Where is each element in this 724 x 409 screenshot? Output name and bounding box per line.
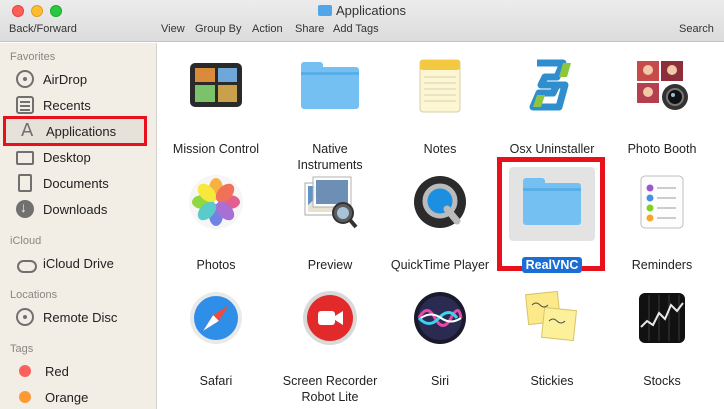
app-mission-control[interactable]: Mission Control — [158, 57, 274, 167]
disc-icon — [16, 308, 34, 326]
sidebar-item-label: Orange — [45, 389, 89, 405]
app-label: Siri — [430, 374, 450, 388]
app-label: Photos — [196, 258, 236, 272]
app-photos[interactable]: Photos — [158, 173, 274, 283]
window-title: Applications — [0, 3, 724, 18]
sidebar-header-tags: Tags — [10, 343, 34, 355]
sidebar-item-downloads[interactable]: Downloads — [16, 198, 152, 220]
sidebar: Favorites AirDrop Recents Applications D… — [0, 43, 157, 409]
sidebar-item-label: Downloads — [43, 201, 108, 217]
applications-icon — [19, 120, 37, 141]
app-safari[interactable]: Safari — [158, 289, 274, 399]
sidebar-item-label: Desktop — [43, 149, 91, 165]
quicktime-icon — [414, 176, 466, 228]
app-reminders[interactable]: Reminders — [604, 173, 720, 283]
app-label: QuickTime Player — [390, 258, 490, 272]
sidebar-item-label: Red — [45, 363, 69, 379]
app-label: Stocks — [643, 374, 681, 388]
osx-uninstaller-icon — [529, 59, 571, 111]
documents-icon — [18, 174, 32, 192]
tag-red-icon — [19, 365, 31, 377]
app-osx-uninstaller[interactable]: Osx Uninstaller — [494, 57, 610, 167]
sidebar-item-desktop[interactable]: Desktop — [16, 146, 152, 168]
notes-icon — [419, 59, 461, 113]
app-realvnc[interactable]: RealVNC — [494, 167, 610, 283]
sidebar-item-icloud-drive[interactable]: iCloud Drive — [16, 252, 152, 274]
stickies-icon — [524, 290, 578, 342]
cloud-icon — [16, 254, 37, 273]
app-native-instruments[interactable]: Native Instruments — [272, 57, 388, 172]
sidebar-item-tag-red[interactable]: Red — [16, 360, 152, 382]
downloads-icon — [16, 199, 34, 218]
airdrop-icon — [16, 70, 34, 88]
app-siri[interactable]: Siri — [382, 289, 498, 399]
app-stickies[interactable]: Stickies — [494, 289, 610, 399]
window-toolbar: Applications Back/Forward View Group By … — [0, 0, 724, 42]
app-label: Photo Booth — [627, 142, 697, 156]
sidebar-item-label: Documents — [43, 175, 109, 191]
sidebar-item-documents[interactable]: Documents — [16, 172, 152, 194]
sidebar-item-label: Recents — [43, 97, 91, 113]
sidebar-header-favorites: Favorites — [10, 51, 56, 63]
screen-recorder-icon — [303, 291, 357, 345]
app-label: Reminders — [631, 258, 693, 272]
app-label: Stickies — [530, 374, 574, 388]
folder-icon — [523, 173, 581, 231]
add-tags-button[interactable]: Add Tags — [333, 23, 379, 35]
app-label: Preview — [307, 258, 353, 272]
app-stocks[interactable]: Stocks — [604, 289, 720, 399]
sidebar-item-label: iCloud Drive — [43, 255, 114, 271]
photos-icon — [189, 175, 243, 229]
desktop-icon — [16, 151, 34, 165]
action-button[interactable]: Action — [252, 23, 283, 35]
app-notes[interactable]: Notes — [382, 57, 498, 167]
tag-orange-icon — [19, 391, 31, 403]
sidebar-item-airdrop[interactable]: AirDrop — [16, 68, 152, 90]
view-button[interactable]: View — [161, 23, 185, 35]
recents-icon — [16, 96, 34, 114]
sidebar-item-label: Applications — [46, 123, 117, 139]
app-label: Notes — [423, 142, 457, 156]
applications-folder-icon — [317, 5, 332, 16]
app-quicktime-player[interactable]: QuickTime Player — [382, 173, 498, 283]
share-button[interactable]: Share — [295, 23, 324, 35]
stocks-icon — [639, 293, 685, 343]
sidebar-item-label: AirDrop — [43, 71, 88, 87]
sidebar-item-tag-orange[interactable]: Orange — [16, 386, 152, 408]
safari-icon — [190, 292, 242, 344]
app-label: RealVNC — [494, 257, 610, 273]
siri-icon — [414, 292, 466, 344]
sidebar-header-locations: Locations — [10, 289, 58, 301]
preview-icon — [304, 176, 358, 229]
sidebar-item-label: Remote Disc — [43, 309, 118, 325]
mission-control-icon — [190, 63, 242, 107]
folder-icon — [301, 57, 359, 115]
back-forward-button[interactable]: Back/Forward — [9, 23, 77, 35]
app-label: Osx Uninstaller — [509, 142, 595, 156]
sidebar-item-remote-disc[interactable]: Remote Disc — [16, 306, 152, 328]
app-screen-recorder-robot-lite[interactable]: Screen Recorder Robot Lite — [272, 289, 388, 404]
reminders-icon — [640, 175, 684, 229]
app-preview[interactable]: Preview — [272, 173, 388, 283]
group-by-button[interactable]: Group By — [195, 23, 241, 35]
sidebar-header-icloud: iCloud — [10, 235, 42, 247]
file-grid: Mission Control Native Instruments Notes… — [158, 43, 724, 409]
window-title-text: Applications — [335, 3, 407, 18]
app-label: Safari — [199, 374, 233, 388]
app-label: Screen Recorder Robot Lite — [282, 374, 378, 404]
sidebar-item-recents[interactable]: Recents — [16, 94, 152, 116]
selected-label-text: RealVNC — [521, 257, 583, 273]
app-photo-booth[interactable]: Photo Booth — [604, 57, 720, 167]
search-button[interactable]: Search — [679, 23, 714, 35]
photo-booth-icon — [637, 61, 688, 110]
app-label: Native Instruments — [297, 142, 363, 172]
app-label: Mission Control — [172, 142, 260, 156]
sidebar-item-applications[interactable]: Applications — [3, 116, 147, 146]
